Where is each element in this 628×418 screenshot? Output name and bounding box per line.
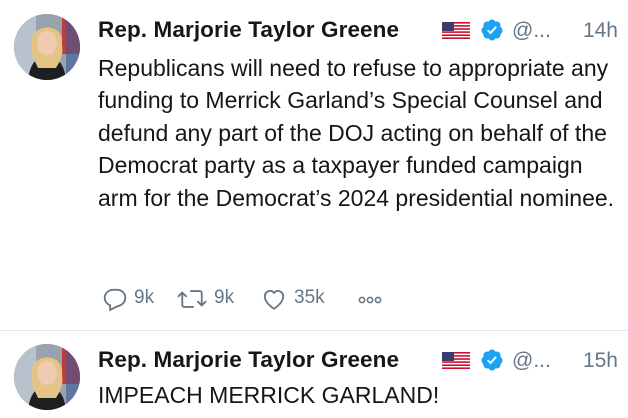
like-icon bbox=[263, 289, 285, 310]
timestamp[interactable]: 15h bbox=[583, 349, 618, 373]
verified-badge-icon bbox=[481, 349, 503, 371]
us-flag-icon bbox=[442, 22, 470, 39]
verified-badge-icon bbox=[481, 19, 503, 41]
author-handle[interactable]: @... bbox=[512, 349, 551, 373]
author-name[interactable]: Rep. Marjorie Taylor Greene bbox=[98, 17, 399, 43]
author-name[interactable]: Rep. Marjorie Taylor Greene bbox=[98, 347, 399, 373]
reply-icon bbox=[103, 288, 127, 312]
timestamp[interactable]: 14h bbox=[583, 19, 618, 43]
tweet-actions: 9k 9k 35k bbox=[98, 284, 498, 314]
tweet-text: Republicans will need to refuse to appro… bbox=[98, 55, 615, 211]
tweet-header: Rep. Marjorie Taylor Greene @... 15h bbox=[98, 345, 618, 379]
tweet[interactable]: Rep. Marjorie Taylor Greene @... 14h Rep… bbox=[0, 0, 628, 331]
author-handle[interactable]: @... bbox=[512, 19, 551, 43]
like-count: 35k bbox=[294, 287, 325, 308]
avatar[interactable] bbox=[14, 344, 80, 410]
tweet-feed: Rep. Marjorie Taylor Greene @... 14h Rep… bbox=[0, 0, 628, 418]
retweet-count: 9k bbox=[214, 287, 235, 308]
avatar[interactable] bbox=[14, 14, 80, 80]
more-icon bbox=[358, 296, 382, 304]
retweet-icon bbox=[177, 290, 207, 308]
tweet-header: Rep. Marjorie Taylor Greene @... 14h bbox=[98, 15, 618, 49]
us-flag-icon bbox=[442, 352, 470, 369]
tweet-text: IMPEACH MERRICK GARLAND! bbox=[98, 382, 440, 408]
reply-count: 9k bbox=[134, 287, 155, 308]
tweet[interactable]: Rep. Marjorie Taylor Greene @... 15h IMP… bbox=[0, 331, 628, 418]
